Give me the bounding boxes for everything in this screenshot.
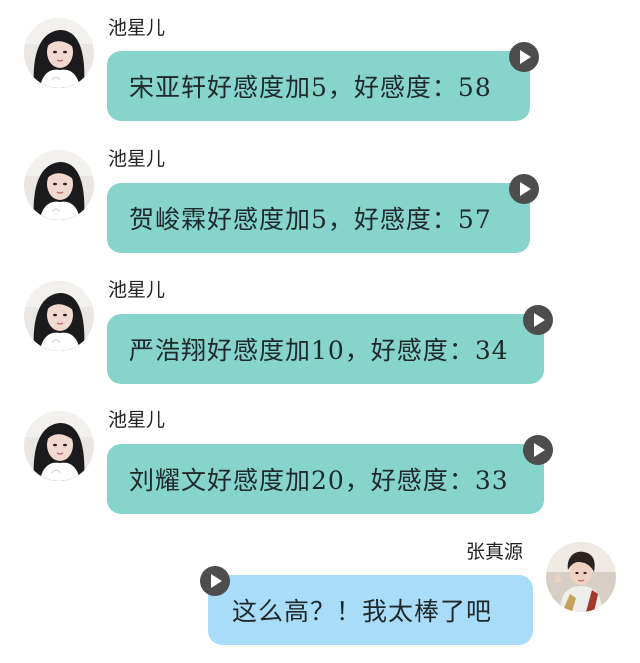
play-icon[interactable]	[523, 435, 553, 465]
sender-name: 池星儿	[108, 17, 166, 39]
sender-name: 张真源	[466, 541, 524, 563]
female-avatar-icon[interactable]	[24, 18, 94, 88]
play-icon[interactable]	[200, 566, 230, 596]
message-bubble[interactable]: 严浩翔好感度加10，好感度：34	[107, 314, 544, 384]
sender-name: 池星儿	[108, 148, 166, 170]
female-avatar-icon[interactable]	[24, 281, 94, 351]
message-bubble[interactable]: 贺峻霖好感度加5，好感度：57	[107, 183, 530, 253]
message-bubble[interactable]: 宋亚轩好感度加5，好感度：58	[107, 51, 530, 121]
female-avatar-icon[interactable]	[24, 150, 94, 220]
female-avatar-icon[interactable]	[24, 411, 94, 481]
play-icon[interactable]	[523, 305, 553, 335]
play-icon[interactable]	[509, 174, 539, 204]
play-icon[interactable]	[509, 42, 539, 72]
male-avatar-icon[interactable]	[546, 542, 616, 612]
message-bubble[interactable]: 刘耀文好感度加20，好感度：33	[107, 444, 544, 514]
sender-name: 池星儿	[108, 279, 166, 301]
message-bubble[interactable]: 这么高？！我太棒了吧	[208, 575, 533, 645]
sender-name: 池星儿	[108, 409, 166, 431]
